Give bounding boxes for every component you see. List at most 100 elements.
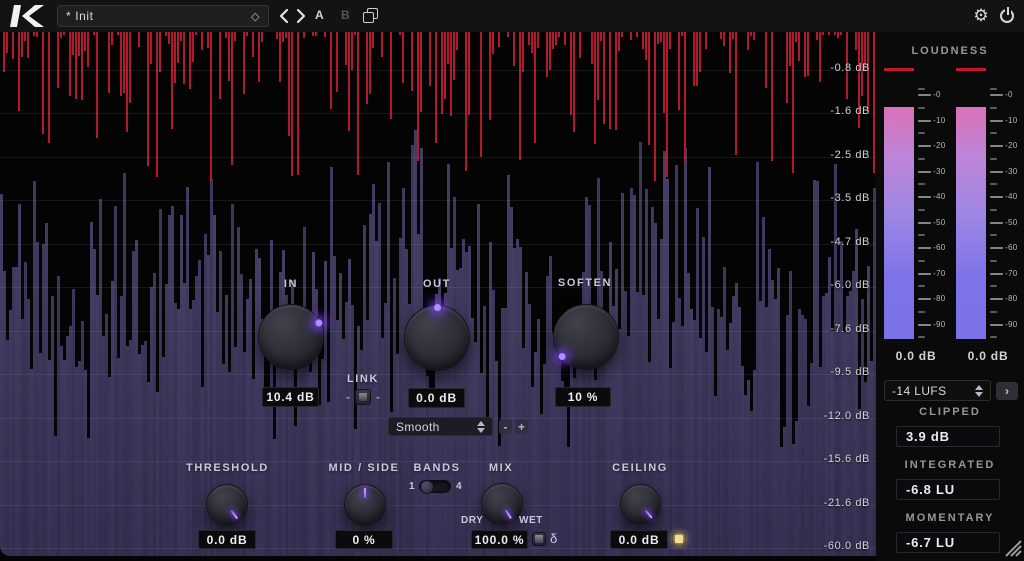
waveform-display: -0.8 dB-1.6 dB-2.5 dB-3.5 dB-4.7 dB-6.0 … (0, 32, 876, 556)
out-knob[interactable] (404, 305, 470, 371)
db-scale-label: -2.5 dB (800, 149, 870, 161)
link-dash-left: - (346, 390, 350, 404)
meter-tick-major (918, 120, 931, 122)
meter-tick-minor (918, 234, 925, 236)
delta-listen-button[interactable] (532, 532, 546, 546)
mix-knob[interactable] (481, 483, 523, 525)
meter-tick-minor (990, 285, 997, 287)
preset-selector[interactable]: * Init ◇ (57, 5, 269, 27)
settings-gear-icon[interactable]: ⚙ (970, 5, 992, 27)
link-label: LINK (338, 373, 388, 385)
ab-compare-b-button[interactable]: B (341, 8, 351, 22)
meter-tick-label: -10 (1005, 116, 1017, 125)
ceiling-value[interactable]: 0.0 dB (610, 530, 668, 549)
meter-tick-label: -50 (1005, 218, 1017, 227)
meter-tick-label: -80 (1005, 294, 1017, 303)
threshold-knob[interactable] (206, 484, 248, 526)
meter-tick-label: -30 (1005, 167, 1017, 176)
meter-tick-label: -30 (933, 167, 945, 176)
meter-tick-major (990, 324, 1003, 326)
soften-value[interactable]: 10 % (555, 387, 611, 407)
meter-tick-minor (990, 132, 997, 134)
db-scale-label: -12.0 dB (800, 410, 870, 422)
mix-dry-label: DRY (461, 515, 483, 526)
meter-tick-label: -70 (933, 269, 945, 278)
meter-tick-major (990, 171, 1003, 173)
midside-knob-label: MID / SIDE (322, 462, 406, 474)
meter-scale-right: -0-10-20-30-40-50-60-70-80-90 (990, 88, 1022, 344)
bands-option-1: 1 (409, 481, 415, 492)
meter-tick-major (918, 247, 931, 249)
bands-toggle[interactable] (419, 480, 451, 493)
meter-value-right: 0.0 dB (956, 349, 1020, 363)
meter-tick-major (990, 222, 1003, 224)
meter-tick-major (918, 171, 931, 173)
meter-tick-major (990, 120, 1003, 122)
meter-tick-major (990, 196, 1003, 198)
integrated-value: -6.8 LU (896, 479, 1000, 500)
mix-wet-label: WET (519, 515, 543, 526)
resize-grip[interactable] (1000, 535, 1022, 557)
db-gridline (0, 157, 876, 158)
meter-tick-major (918, 324, 931, 326)
delta-symbol: δ (550, 531, 557, 546)
in-knob[interactable] (258, 304, 324, 370)
db-gridline (0, 374, 876, 375)
mode-next-button[interactable]: + (515, 419, 528, 434)
meter-tick-label: -40 (933, 192, 945, 201)
meter-tick-minor (918, 260, 925, 262)
db-scale-label: -6.0 dB (800, 279, 870, 291)
lufs-target-select[interactable]: -14 LUFS (884, 380, 991, 401)
db-scale-label: -1.6 dB (800, 105, 870, 117)
threshold-value[interactable]: 0.0 dB (198, 530, 256, 549)
prev-preset-button[interactable] (277, 7, 291, 25)
meter-tick-major (918, 145, 931, 147)
meter-tick-minor (918, 107, 925, 109)
ab-compare-a-button[interactable]: A (315, 8, 325, 22)
meter-tick-label: -0 (1005, 90, 1013, 99)
db-scale-label: -9.5 dB (800, 366, 870, 378)
bands-option-4: 4 (456, 481, 462, 492)
lufs-spinner-icon (975, 385, 983, 397)
meter-tick-major (918, 273, 931, 275)
display-shade (0, 32, 876, 556)
meter-tick-major (990, 247, 1003, 249)
next-preset-button[interactable] (294, 7, 308, 25)
bands-label: BANDS (407, 462, 467, 474)
loudness-expand-button[interactable]: › (996, 382, 1018, 400)
meter-tick-minor (918, 336, 925, 338)
db-gridline (0, 200, 876, 201)
in-value[interactable]: 10.4 dB (262, 387, 319, 407)
clip-marker-right (956, 68, 986, 71)
out-value[interactable]: 0.0 dB (408, 388, 465, 408)
meter-tick-label: -50 (933, 218, 945, 227)
meter-tick-minor (918, 209, 925, 211)
ceiling-knob[interactable] (620, 484, 661, 525)
db-gridline (0, 505, 876, 506)
ceiling-enable-button[interactable] (672, 532, 686, 546)
mode-prev-button[interactable]: - (499, 419, 512, 434)
midside-knob[interactable] (344, 484, 386, 526)
mix-knob-label: MIX (479, 462, 523, 474)
meter-scale-left: -0-10-20-30-40-50-60-70-80-90 (918, 88, 950, 344)
db-scale-label: -60.0 dB (800, 540, 870, 552)
meter-tick-major (990, 145, 1003, 147)
copy-settings-icon[interactable] (363, 8, 380, 24)
mode-select[interactable]: Smooth (388, 417, 493, 436)
meter-tick-label: -80 (933, 294, 945, 303)
meter-tick-minor (990, 107, 997, 109)
preset-menu-icon[interactable]: ◇ (251, 10, 260, 23)
power-bypass-icon[interactable] (999, 7, 1017, 25)
threshold-knob-label: THRESHOLD (186, 462, 268, 474)
meter-tick-major (990, 94, 1003, 96)
soften-knob-label: SOFTEN (552, 277, 618, 289)
midside-value[interactable]: 0 % (335, 530, 393, 549)
soften-knob[interactable] (553, 304, 619, 370)
brand-logo-icon (8, 4, 46, 28)
db-scale-label: -4.7 dB (800, 236, 870, 248)
link-button[interactable] (355, 389, 371, 405)
mix-value[interactable]: 100.0 % (471, 530, 528, 549)
meter-tick-minor (918, 285, 925, 287)
plugin-window: * Init ◇ A B ⚙ -0.8 dB-1.6 dB-2.5 dB-3.5… (0, 0, 1024, 561)
meter-tick-minor (918, 158, 925, 160)
